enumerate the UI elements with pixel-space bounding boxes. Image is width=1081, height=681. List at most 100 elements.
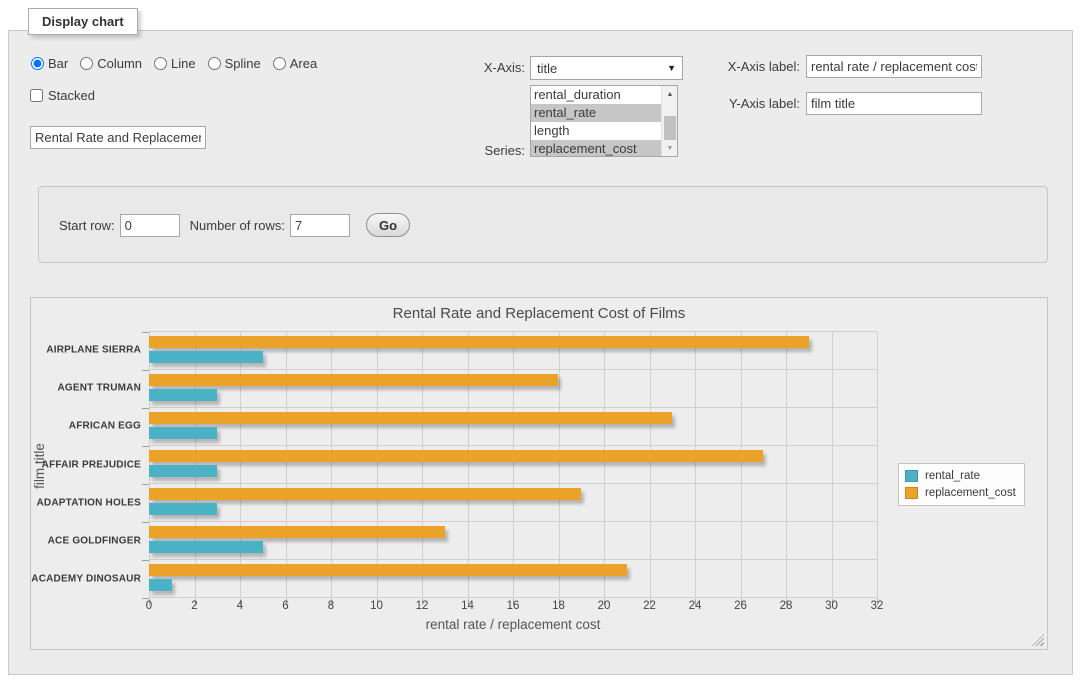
chart-legend: rental_rate replacement_cost: [898, 463, 1025, 506]
radio-icon[interactable]: [273, 57, 286, 70]
go-button[interactable]: Go: [366, 213, 410, 237]
y-axis-tick: [142, 446, 149, 447]
legend-item: replacement_cost: [905, 487, 1016, 499]
rows-panel: Start row: Number of rows: Go: [38, 186, 1048, 263]
x-tick-label: 8: [328, 600, 334, 612]
stacked-checkbox[interactable]: [30, 89, 43, 102]
x-axis-select[interactable]: title ▼: [530, 56, 683, 80]
series-option-replacement_cost[interactable]: replacement_cost: [531, 140, 661, 157]
radio-icon[interactable]: [208, 57, 221, 70]
chart-type-radio-group: Bar Column Line Spline Area: [31, 56, 329, 71]
bar-rental_rate: [149, 503, 217, 515]
y-axis-label-input[interactable]: [806, 92, 982, 115]
chart-type-radio-line[interactable]: Line: [154, 56, 196, 71]
stacked-checkbox-row[interactable]: Stacked: [30, 88, 95, 103]
fieldset-legend: Display chart: [28, 8, 138, 35]
start-row-input[interactable]: [120, 214, 180, 237]
scroll-up-icon[interactable]: ▲: [662, 86, 678, 102]
resize-handle-icon[interactable]: [1032, 634, 1044, 646]
chart-type-radio-column[interactable]: Column: [80, 56, 142, 71]
category-label: AFRICAN EGG: [31, 421, 141, 432]
x-tick-label: 6: [282, 600, 288, 612]
x-tick-label: 14: [461, 600, 474, 612]
x-axis-label-input[interactable]: [806, 55, 982, 78]
series-option-rental_rate[interactable]: rental_rate: [531, 104, 661, 122]
x-tick-label: 28: [780, 600, 793, 612]
category-band: [149, 522, 877, 560]
bar-replacement_cost: [149, 336, 809, 348]
bar-rental_rate: [149, 389, 217, 401]
x-tick-label: 32: [871, 600, 884, 612]
category-band: [149, 484, 877, 522]
x-tick-label: 24: [689, 600, 702, 612]
category-label: ACE GOLDFINGER: [31, 535, 141, 546]
chart-title: Rental Rate and Replacement Cost of Film…: [31, 305, 1047, 322]
category-label: AGENT TRUMAN: [31, 383, 141, 394]
x-tick-label: 22: [643, 600, 656, 612]
stacked-label: Stacked: [48, 88, 95, 103]
num-rows-input[interactable]: [290, 214, 350, 237]
scroll-down-icon[interactable]: ▼: [662, 140, 678, 156]
series-option-length[interactable]: length: [531, 122, 661, 140]
x-tick-label: 18: [552, 600, 565, 612]
x-tick-label: 2: [191, 600, 197, 612]
x-tick-label: 4: [237, 600, 243, 612]
chevron-down-icon: ▼: [667, 63, 676, 73]
bar-replacement_cost: [149, 450, 763, 462]
bar-replacement_cost: [149, 564, 627, 576]
category-axis-labels: AIRPLANE SIERRA AGENT TRUMAN AFRICAN EGG AF…: [31, 331, 141, 598]
legend-label: rental_rate: [925, 470, 980, 482]
radio-label: Column: [97, 56, 142, 71]
category-label: ACADEMY DINOSAUR: [31, 573, 141, 584]
bar-rental_rate: [149, 427, 217, 439]
x-axis-select-label: X-Axis:: [420, 60, 525, 75]
y-axis-tick: [142, 408, 149, 409]
x-tick-label: 0: [146, 600, 152, 612]
category-label: AIRPLANE SIERRA: [31, 345, 141, 356]
chart-type-radio-spline[interactable]: Spline: [208, 56, 261, 71]
y-axis-tick: [142, 484, 149, 485]
series-multiselect[interactable]: rental_durationrental_ratelengthreplacem…: [530, 85, 678, 157]
x-tick-label: 16: [507, 600, 520, 612]
x-axis-title: rental rate / replacement cost: [149, 617, 877, 632]
x-axis-tick-labels: 02468101214161820222426283032: [149, 600, 877, 614]
x-axis-label-field-label: X-Axis label:: [700, 59, 800, 74]
series-options-list: rental_durationrental_ratelengthreplacem…: [531, 86, 661, 156]
start-row-label: Start row:: [59, 218, 115, 233]
plot-area: [149, 331, 877, 598]
category-band: [149, 560, 877, 598]
radio-icon[interactable]: [31, 57, 44, 70]
radio-icon[interactable]: [154, 57, 167, 70]
radio-label: Area: [290, 56, 317, 71]
x-tick-label: 26: [734, 600, 747, 612]
category-label: ADAPTATION HOLES: [31, 497, 141, 508]
radio-label: Spline: [225, 56, 261, 71]
gridline: [877, 332, 878, 598]
series-option-rental_duration[interactable]: rental_duration: [531, 86, 661, 104]
bar-rental_rate: [149, 579, 172, 591]
series-scrollbar[interactable]: ▲ ▼: [661, 86, 677, 156]
category-label: AFFAIR PREJUDICE: [31, 459, 141, 470]
bar-rental_rate: [149, 351, 263, 363]
series-select-label: Series:: [420, 143, 525, 158]
y-axis-tick: [142, 560, 149, 561]
x-tick-label: 20: [598, 600, 611, 612]
chart-container: Rental Rate and Replacement Cost of Film…: [30, 297, 1048, 650]
legend-item: rental_rate: [905, 470, 1016, 482]
radio-icon[interactable]: [80, 57, 93, 70]
y-axis-tick: [142, 370, 149, 371]
x-tick-label: 30: [825, 600, 838, 612]
y-axis-tick: [142, 522, 149, 523]
bar-replacement_cost: [149, 374, 558, 386]
num-rows-label: Number of rows:: [190, 218, 285, 233]
bar-rental_rate: [149, 465, 217, 477]
category-band: [149, 332, 877, 370]
bar-replacement_cost: [149, 412, 672, 424]
radio-label: Line: [171, 56, 196, 71]
chart-title-input[interactable]: [30, 126, 206, 149]
x-axis-selected-value: title: [537, 61, 667, 76]
scrollbar-thumb[interactable]: [664, 116, 676, 140]
legend-swatch-icon: [905, 487, 918, 499]
chart-type-radio-bar[interactable]: Bar: [31, 56, 68, 71]
chart-type-radio-area[interactable]: Area: [273, 56, 317, 71]
